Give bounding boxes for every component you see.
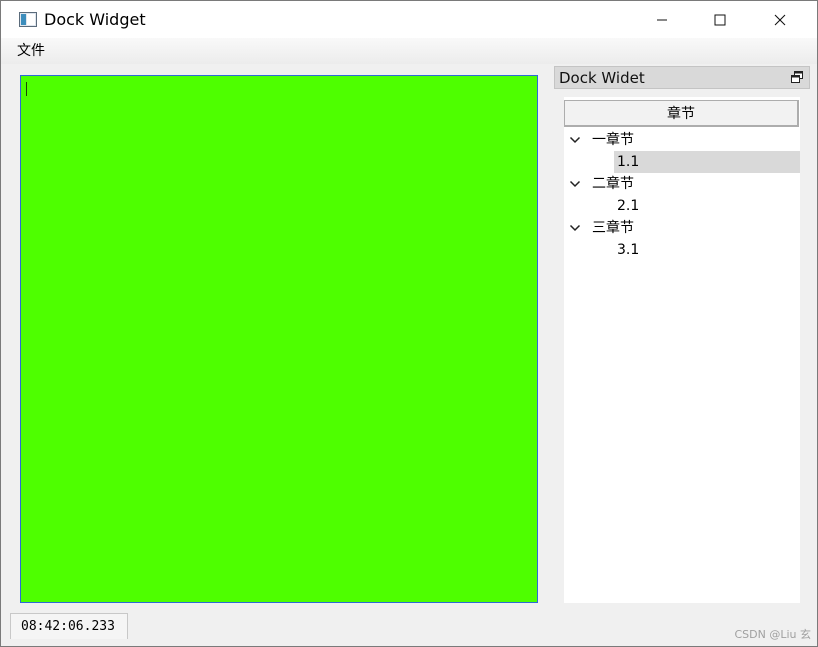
menu-bar: 文件 <box>1 38 817 64</box>
tree-items: 一章节 1.1 二章节 2.1 三章节 3.1 <box>564 129 800 261</box>
tree-item-label: 三章节 <box>592 220 634 236</box>
dock-title: Dock Widet <box>559 69 645 87</box>
menu-file[interactable]: 文件 <box>17 42 45 60</box>
app-window-icon <box>19 12 37 27</box>
central-text-edit[interactable] <box>20 75 538 603</box>
selection-highlight <box>614 151 800 173</box>
close-icon <box>774 14 786 25</box>
minimize-button[interactable] <box>639 1 685 38</box>
watermark: CSDN @Liu 玄 <box>734 628 811 641</box>
float-restore-icon[interactable] <box>791 71 803 83</box>
title-bar[interactable]: Dock Widget <box>1 1 817 38</box>
tree-item-1-1[interactable]: 1.1 <box>564 151 800 173</box>
dock-widget: Dock Widet 章节 一章节 1.1 二章节 2.1 三章节 3.1 <box>554 65 810 605</box>
tree-item-chapter-3[interactable]: 三章节 <box>564 217 800 239</box>
status-bar: 08:42:06.233 CSDN @Liu 玄 <box>1 613 817 646</box>
close-button[interactable] <box>757 1 803 38</box>
minimize-icon <box>657 19 667 20</box>
tree-item-label: 1.1 <box>617 154 640 170</box>
tree-item-label: 3.1 <box>617 242 640 258</box>
status-time-label: 08:42:06.233 <box>10 613 128 639</box>
tree-item-label: 二章节 <box>592 176 634 192</box>
tree-item-3-1[interactable]: 3.1 <box>564 239 800 261</box>
tree-item-label: 2.1 <box>617 198 640 214</box>
text-caret <box>26 82 27 96</box>
maximize-button[interactable] <box>697 1 743 38</box>
dock-title-bar[interactable]: Dock Widet <box>554 66 810 89</box>
maximize-icon <box>714 14 726 25</box>
tree-item-2-1[interactable]: 2.1 <box>564 195 800 217</box>
main-window: Dock Widget 文件 Dock Widet 章节 一章节 1.1 二章节… <box>0 0 818 647</box>
chevron-down-icon[interactable] <box>569 178 581 190</box>
tree-item-label: 一章节 <box>592 132 634 148</box>
tree-item-chapter-2[interactable]: 二章节 <box>564 173 800 195</box>
tree-widget[interactable]: 章节 一章节 1.1 二章节 2.1 三章节 3.1 <box>564 97 800 603</box>
tree-item-chapter-1[interactable]: 一章节 <box>564 129 800 151</box>
chevron-down-icon[interactable] <box>569 222 581 234</box>
chevron-down-icon[interactable] <box>569 134 581 146</box>
tree-header-section[interactable]: 章节 <box>564 100 799 127</box>
window-title: Dock Widget <box>44 10 146 29</box>
